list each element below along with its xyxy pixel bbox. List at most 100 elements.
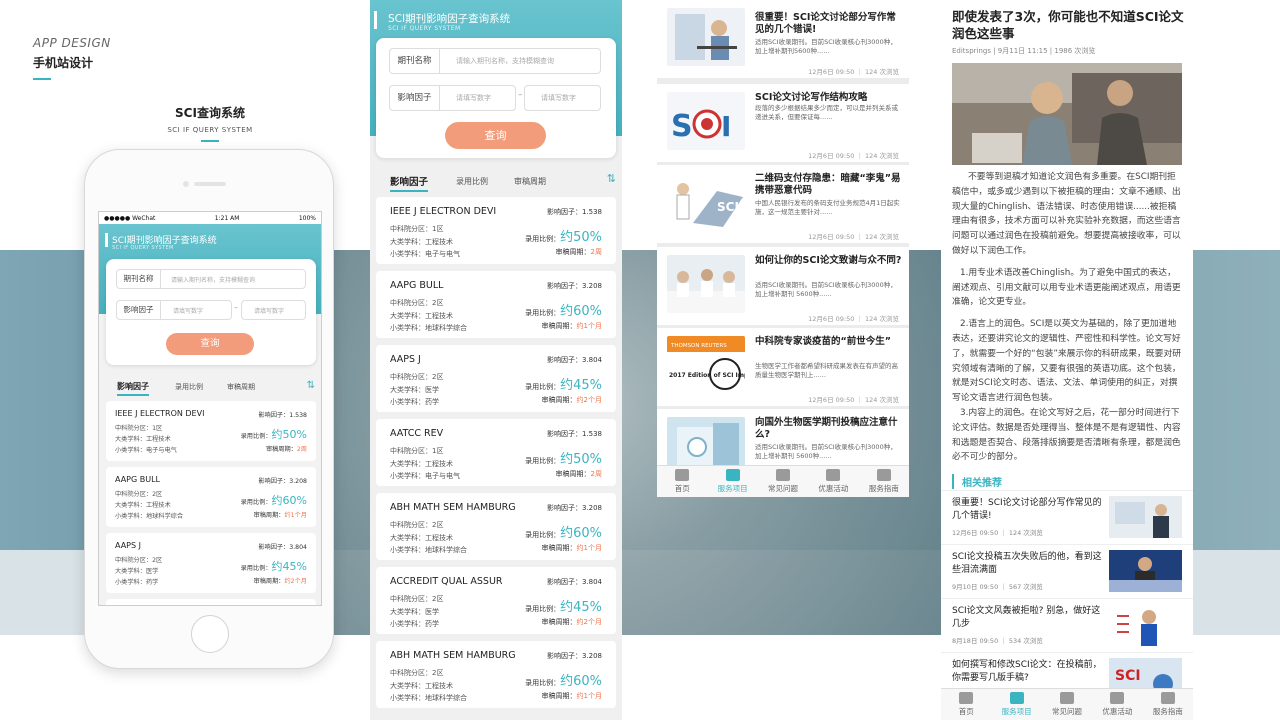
tabbar-faq[interactable]: 常见问题 xyxy=(758,466,808,497)
journal-ratio: 录用比例：约50% xyxy=(241,426,307,442)
major-label: 大类学科： xyxy=(390,459,425,468)
journal-cycle: 审稿周期：2周 xyxy=(556,469,602,479)
related-title: 很重要！SCI论文讨论部分写作常见的几个错误! xyxy=(952,498,1102,521)
related-title: 相关推荐 xyxy=(952,474,1002,489)
major-label: 大类学科： xyxy=(390,385,425,394)
sort-icon[interactable]: ⇅ xyxy=(307,380,315,391)
article-paragraph: 不要等到退稿才知道论文润色有多重要。在SCI期刊拒稿信中，或多或少遇到以下被拒稿… xyxy=(952,172,1181,256)
if-label: 影响因子： xyxy=(546,356,582,364)
tabbar-promo[interactable]: 优惠活动 xyxy=(808,466,858,497)
carrier-label: ●●●●● WeChat xyxy=(104,214,156,222)
article-item[interactable]: 很重要！SCI论文讨论部分写作常见的几个错误! 适用SCI收录期刊。目前SCI收录… xyxy=(657,0,909,78)
svg-text:SCI: SCI xyxy=(717,200,739,214)
phone-journal-item[interactable]: AAPS J 影响因子：3.804 中科院分区：2区 大类学科：医学 小类学科：药学 录用… xyxy=(106,533,316,593)
if-label: 影响因子 xyxy=(117,301,161,319)
article-item[interactable]: S I SCI论文讨论写作结构攻略 段落的多少根据结果多少而定，可以是并列关系或递进关… xyxy=(657,84,909,162)
tabbar-services[interactable]: 服务项目 xyxy=(991,689,1041,720)
minor-value: 电子与电气 xyxy=(425,472,460,480)
tabbar-home[interactable]: 首页 xyxy=(941,689,991,720)
tabbar-guide[interactable]: 服务指南 xyxy=(1143,689,1193,720)
journal-ratio: 录用比例：约60% xyxy=(241,492,307,508)
journal-major: 大类学科：医学 xyxy=(115,566,158,575)
if-min-field[interactable]: 影响因子 请填写数字 xyxy=(116,300,232,320)
related-title: SCI论文投稿五次失败后的他，看到这些泪流满面 xyxy=(952,552,1102,575)
tabbar-guide[interactable]: 服务指南 xyxy=(859,466,909,497)
journal-name-field[interactable]: 期刊名称 请输入期刊名称，支持模糊查询 xyxy=(116,269,306,289)
if-max-field[interactable]: 请填写数字 xyxy=(241,300,306,320)
journal-ratio: 录用比例：约45% xyxy=(241,558,307,574)
gift-icon xyxy=(1110,692,1125,704)
article-hero-image xyxy=(952,63,1182,165)
journal-cycle: 审稿周期：约1个月 xyxy=(254,510,307,519)
p2-sort-icon[interactable]: ⇅ xyxy=(607,172,616,185)
journal-minor: 小类学科：电子与电气 xyxy=(115,445,177,454)
journal-minor: 小类学科：地球科学综合 xyxy=(390,545,467,555)
cycle-value: 约1个月 xyxy=(576,322,602,330)
p2-tab-acceptance-ratio[interactable]: 录用比例 xyxy=(456,176,488,187)
p2-header-title: SCI期刊影响因子查询系统 xyxy=(388,13,511,25)
journal-major: 大类学科：医学 xyxy=(390,607,439,617)
ratio-label: 录用比例： xyxy=(240,433,272,440)
minor-label: 小类学科： xyxy=(390,250,425,258)
minor-value: 电子与电气 xyxy=(425,250,460,258)
tabbar-home[interactable]: 首页 xyxy=(657,466,707,497)
cas-value: 2区 xyxy=(152,491,163,498)
tabbar-promo[interactable]: 优惠活动 xyxy=(1092,689,1142,720)
phone-journal-item[interactable]: IEEE J ELECTRON DEVI 影响因子：1.538 中科院分区：1区 大类… xyxy=(106,401,316,461)
tab-acceptance-ratio[interactable]: 录用比例 xyxy=(175,382,203,392)
p2-journal-item[interactable]: AATCC REV 影响因子：1.538 中科院分区：1区 大类学科：工程技术 小类学科… xyxy=(376,419,616,486)
if-value: 3.804 xyxy=(289,544,307,551)
article-thumbnail: SCI xyxy=(667,173,745,231)
p2-tab-review-cycle[interactable]: 审稿周期 xyxy=(514,176,546,187)
tab-impact-factor[interactable]: 影响因子 xyxy=(117,381,149,396)
related-meta: 8月18日 09:50 ｜ 534 次浏览 xyxy=(952,637,1043,645)
svg-text:THOMSON REUTERS: THOMSON REUTERS xyxy=(670,343,727,349)
article-footer: 12月6日 09:50 ｜ 124 次浏览 xyxy=(808,315,899,323)
system-accent-bar xyxy=(201,140,219,142)
journal-if: 影响因子：3.804 xyxy=(547,355,602,365)
p2-journal-item[interactable]: IEEE J ELECTRON DEVI 影响因子：1.538 中科院分区：1区 大类… xyxy=(376,197,616,264)
article-title: 如何让你的SCI论文致谢与众不同? xyxy=(755,255,902,266)
minor-label: 小类学科： xyxy=(390,620,425,628)
article-item[interactable]: 向国外生物医学期刊投稿应注意什么? 适用SCI收录期刊。目前SCI收录核心刊300… xyxy=(657,409,909,475)
p2-if-max-field[interactable]: 请填写数字 xyxy=(524,85,601,111)
phone-journal-item-partial[interactable]: AATCC REV影响因子：1.538 xyxy=(106,599,316,605)
major-value: 工程技术 xyxy=(425,533,453,542)
cas-value: 2区 xyxy=(432,521,444,529)
p2-journal-name-field[interactable]: 期刊名称 请输入期刊名称，支持模糊查询 xyxy=(389,48,601,74)
p2-range-dash: – xyxy=(518,90,523,100)
ratio-label: 录用比例： xyxy=(525,309,561,317)
article-item[interactable]: THOMSON REUTERS 2017 Edition of SCI Impac… xyxy=(657,328,909,406)
journal-name: AAPS J xyxy=(390,354,421,365)
p2-journal-item[interactable]: ACCREDIT QUAL ASSUR 影响因子：3.804 中科院分区：2区 大类学… xyxy=(376,567,616,634)
article-desc: 中国人民银行发布的条码支付业务规范4月1日起实施，这一规范主要针对...... xyxy=(755,199,900,216)
tabbar-services[interactable]: 服务项目 xyxy=(707,466,757,497)
minor-label: 小类学科： xyxy=(390,546,425,554)
range-dash: – xyxy=(234,303,238,312)
journal-major: 大类学科：工程技术 xyxy=(115,434,171,443)
phone-journal-item[interactable]: AAPG BULL 影响因子：3.208 中科院分区：2区 大类学科：工程技术 小类学科… xyxy=(106,467,316,527)
article-item[interactable]: SCI 二维码支付存隐患：暗藏“李鬼”易携带恶意代码 中国人民银行发布的条码支付业务… xyxy=(657,165,909,243)
minor-label: 小类学科： xyxy=(390,472,425,480)
related-item[interactable]: SCI论文文风轰被拒啦? 别急，做好这几步 8月18日 09:50 ｜ 534 次… xyxy=(941,598,1193,655)
p2-journal-item[interactable]: ABH MATH SEM HAMBURG 影响因子：3.208 中科院分区：2区 大类… xyxy=(376,493,616,560)
tab-review-cycle[interactable]: 审稿周期 xyxy=(227,382,255,392)
p2-journal-item[interactable]: ABH MATH SEM HAMBURG 影响因子：3.208 中科院分区：2区 大类… xyxy=(376,641,616,708)
if-value: 3.208 xyxy=(581,282,602,290)
p2-if-min-field[interactable]: 影响因子 请填写数字 xyxy=(389,85,516,111)
cas-value: 2区 xyxy=(432,595,444,603)
p2-tab-impact-factor[interactable]: 影响因子 xyxy=(390,174,429,192)
p2-journal-item[interactable]: AAPS J 影响因子：3.804 中科院分区：2区 大类学科：医学 小类学科：药学 录用… xyxy=(376,345,616,412)
article-date: 12月6日 09:50 xyxy=(808,233,855,241)
home-button[interactable] xyxy=(191,615,229,653)
tabbar-faq[interactable]: 常见问题 xyxy=(1042,689,1092,720)
ratio-value: 约45% xyxy=(560,600,602,615)
p2-query-button[interactable]: 查询 xyxy=(445,122,546,149)
related-item[interactable]: 很重要！SCI论文讨论部分写作常见的几个错误! 12月6日 09:50 ｜ 124… xyxy=(941,490,1193,547)
p2-journal-item[interactable]: AAPG BULL 影响因子：3.208 中科院分区：2区 大类学科：工程技术 小类学科… xyxy=(376,271,616,338)
p2-journal-name-label: 期刊名称 xyxy=(390,49,440,73)
article-title: 向国外生物医学期刊投稿应注意什么? xyxy=(755,417,898,440)
article-item[interactable]: 如何让你的SCI论文致谢与众不同? 适用SCI收录期刊。目前SCI收录核心刊300… xyxy=(657,247,909,325)
related-item[interactable]: SCI论文投稿五次失败后的他，看到这些泪流满面 9月10日 09:50 ｜ 567… xyxy=(941,544,1193,601)
query-button[interactable]: 查询 xyxy=(166,333,254,355)
